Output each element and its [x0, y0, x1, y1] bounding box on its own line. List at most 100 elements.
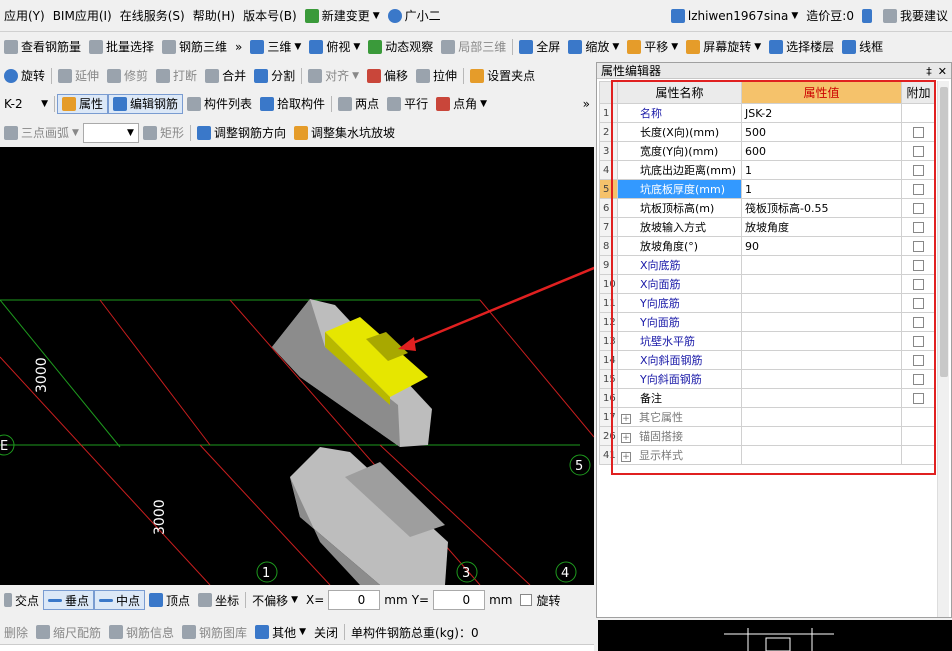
suggest-button[interactable]: 我要建议 — [879, 0, 952, 31]
add-checkbox[interactable] — [913, 317, 924, 328]
add-checkbox[interactable] — [913, 222, 924, 233]
add-checkbox[interactable] — [913, 146, 924, 157]
pin-icon[interactable]: ‡ — [926, 65, 932, 78]
property-value[interactable] — [741, 369, 902, 389]
scale-rebar-button[interactable]: 缩尺配筋 — [32, 622, 105, 642]
edit-rebar-button[interactable]: 编辑钢筋 — [108, 93, 184, 114]
panel-scrollbar[interactable] — [937, 81, 949, 617]
rebar-info-button[interactable]: 钢筋信息 — [105, 622, 178, 642]
two-point-button[interactable]: 两点 — [334, 94, 383, 114]
new-change-button[interactable]: 新建变更 ▼ — [301, 0, 384, 31]
overflow-chevron[interactable]: » — [231, 37, 246, 57]
add-checkbox[interactable] — [913, 260, 924, 271]
property-row[interactable]: 4 坑底出边距离(mm) 1 — [599, 160, 936, 180]
tb1-btn-2[interactable]: 钢筋三维 — [158, 37, 231, 57]
add-checkbox[interactable] — [913, 184, 924, 195]
add-checkbox[interactable] — [913, 374, 924, 385]
point-angle-button[interactable]: 点角 ▼ — [432, 94, 491, 114]
property-row[interactable]: 1 名称 JSK-2 — [599, 103, 936, 123]
expand-icon[interactable]: + — [621, 414, 631, 424]
expand-icon[interactable]: + — [621, 433, 631, 443]
property-row[interactable]: 10 X向面筋 — [599, 274, 936, 294]
snap-coordinate[interactable]: 坐标 — [194, 590, 243, 610]
property-value[interactable] — [741, 407, 902, 427]
menu-item-2[interactable]: 在线服务(S) — [116, 0, 189, 31]
property-value[interactable]: 90 — [741, 236, 902, 256]
property-value[interactable]: 筏板顶标高-0.55 — [741, 198, 902, 218]
notify-button[interactable] — [858, 0, 879, 31]
snap-vertex[interactable]: 顶点 — [145, 590, 194, 610]
component-combo[interactable]: K-2 ▼ — [0, 94, 52, 114]
menu-item-1[interactable]: BIM应用(I) — [49, 0, 116, 31]
draw-combo[interactable]: ▼ — [82, 122, 139, 143]
view-3d-button[interactable]: 三维 ▼ — [246, 37, 305, 57]
pan-button[interactable]: 平移 ▼ — [623, 37, 682, 57]
property-value[interactable] — [741, 293, 902, 313]
menu-item-3[interactable]: 帮助(H) — [189, 0, 239, 31]
close-button[interactable]: 关闭 — [310, 622, 342, 642]
three-point-arc-button[interactable]: 三点画弧 ▼ — [0, 123, 83, 143]
overflow-chevron[interactable]: » — [579, 94, 594, 114]
scrollbar-thumb[interactable] — [940, 87, 948, 377]
set-grip-button[interactable]: 设置夹点 — [466, 66, 539, 86]
properties-button[interactable]: 属性 — [57, 93, 109, 114]
select-floor-button[interactable]: 选择楼层 — [765, 37, 838, 57]
expand-icon[interactable]: + — [621, 452, 631, 462]
property-value[interactable] — [741, 331, 902, 351]
property-row[interactable]: 11 Y向底筋 — [599, 293, 936, 313]
property-value[interactable] — [741, 350, 902, 370]
menu-item-0[interactable]: 应用(Y) — [0, 0, 49, 31]
property-row[interactable]: 26 + 锚固搭接 — [599, 426, 936, 446]
add-checkbox[interactable] — [913, 203, 924, 214]
property-row[interactable]: 16 备注 — [599, 388, 936, 408]
component-list-button[interactable]: 构件列表 — [183, 94, 256, 114]
property-value[interactable]: 500 — [741, 122, 902, 142]
x-input[interactable]: 0 — [328, 590, 381, 610]
property-row[interactable]: 2 长度(X向)(mm) 500 — [599, 122, 936, 142]
add-checkbox[interactable] — [913, 355, 924, 366]
rebar-library-button[interactable]: 钢筋图库 — [178, 622, 251, 642]
extend-button[interactable]: 延伸 — [54, 66, 103, 86]
property-row[interactable]: 8 放坡角度(°) 90 — [599, 236, 936, 256]
wireframe-button[interactable]: 线框 — [838, 37, 887, 57]
menu-item-4[interactable]: 版本号(B) — [239, 0, 301, 31]
add-checkbox[interactable] — [913, 241, 924, 252]
property-row[interactable]: 15 Y向斜面钢筋 — [599, 369, 936, 389]
property-row[interactable]: 7 放坡输入方式 放坡角度 — [599, 217, 936, 237]
offset-button[interactable]: 偏移 — [363, 66, 412, 86]
snap-perpendicular[interactable]: 垂点 — [43, 590, 95, 610]
other-button[interactable]: 其他 ▼ — [251, 622, 310, 642]
property-value[interactable]: 600 — [741, 141, 902, 161]
property-row[interactable]: 3 宽度(Y向)(mm) 600 — [599, 141, 936, 161]
property-row[interactable]: 12 Y向面筋 — [599, 312, 936, 332]
add-checkbox[interactable] — [913, 393, 924, 404]
fullscreen-button[interactable]: 全屏 — [515, 37, 564, 57]
break-button[interactable]: 打断 — [152, 66, 201, 86]
add-checkbox[interactable] — [913, 298, 924, 309]
user-menu[interactable]: lzhiwen1967sina ▼ — [667, 0, 802, 31]
snap-intersection[interactable]: 交点 — [0, 590, 43, 610]
close-icon[interactable]: ✕ — [938, 65, 947, 78]
split-button[interactable]: 分割 — [250, 66, 299, 86]
property-value[interactable]: 放坡角度 — [741, 217, 902, 237]
property-value[interactable]: 1 — [741, 179, 902, 199]
tb1-btn-0[interactable]: 查看钢筋量 — [0, 37, 85, 57]
top-view-button[interactable]: 俯视 ▼ — [305, 37, 364, 57]
snap-midpoint[interactable]: 中点 — [94, 590, 146, 610]
add-checkbox[interactable] — [913, 279, 924, 290]
property-row[interactable]: 17 + 其它属性 — [599, 407, 936, 427]
screen-rotate-button[interactable]: 屏幕旋转 ▼ — [682, 37, 765, 57]
property-row[interactable]: 41 + 显示样式 — [599, 445, 936, 465]
property-value[interactable] — [741, 388, 902, 408]
property-value[interactable] — [741, 255, 902, 275]
adjust-pit-slope-button[interactable]: 调整集水坑放坡 — [290, 123, 399, 143]
align-button[interactable]: 对齐 ▼ — [304, 66, 363, 86]
property-value[interactable]: 1 — [741, 160, 902, 180]
property-value[interactable] — [741, 445, 902, 465]
y-input[interactable]: 0 — [433, 590, 486, 610]
rotate-checkbox[interactable]: 旋转 — [516, 590, 564, 610]
stretch-button[interactable]: 拉伸 — [412, 66, 461, 86]
adjust-rebar-direction-button[interactable]: 调整钢筋方向 — [193, 123, 290, 143]
offset-mode-select[interactable]: 不偏移 ▼ — [248, 590, 302, 610]
parallel-button[interactable]: 平行 — [383, 94, 432, 114]
